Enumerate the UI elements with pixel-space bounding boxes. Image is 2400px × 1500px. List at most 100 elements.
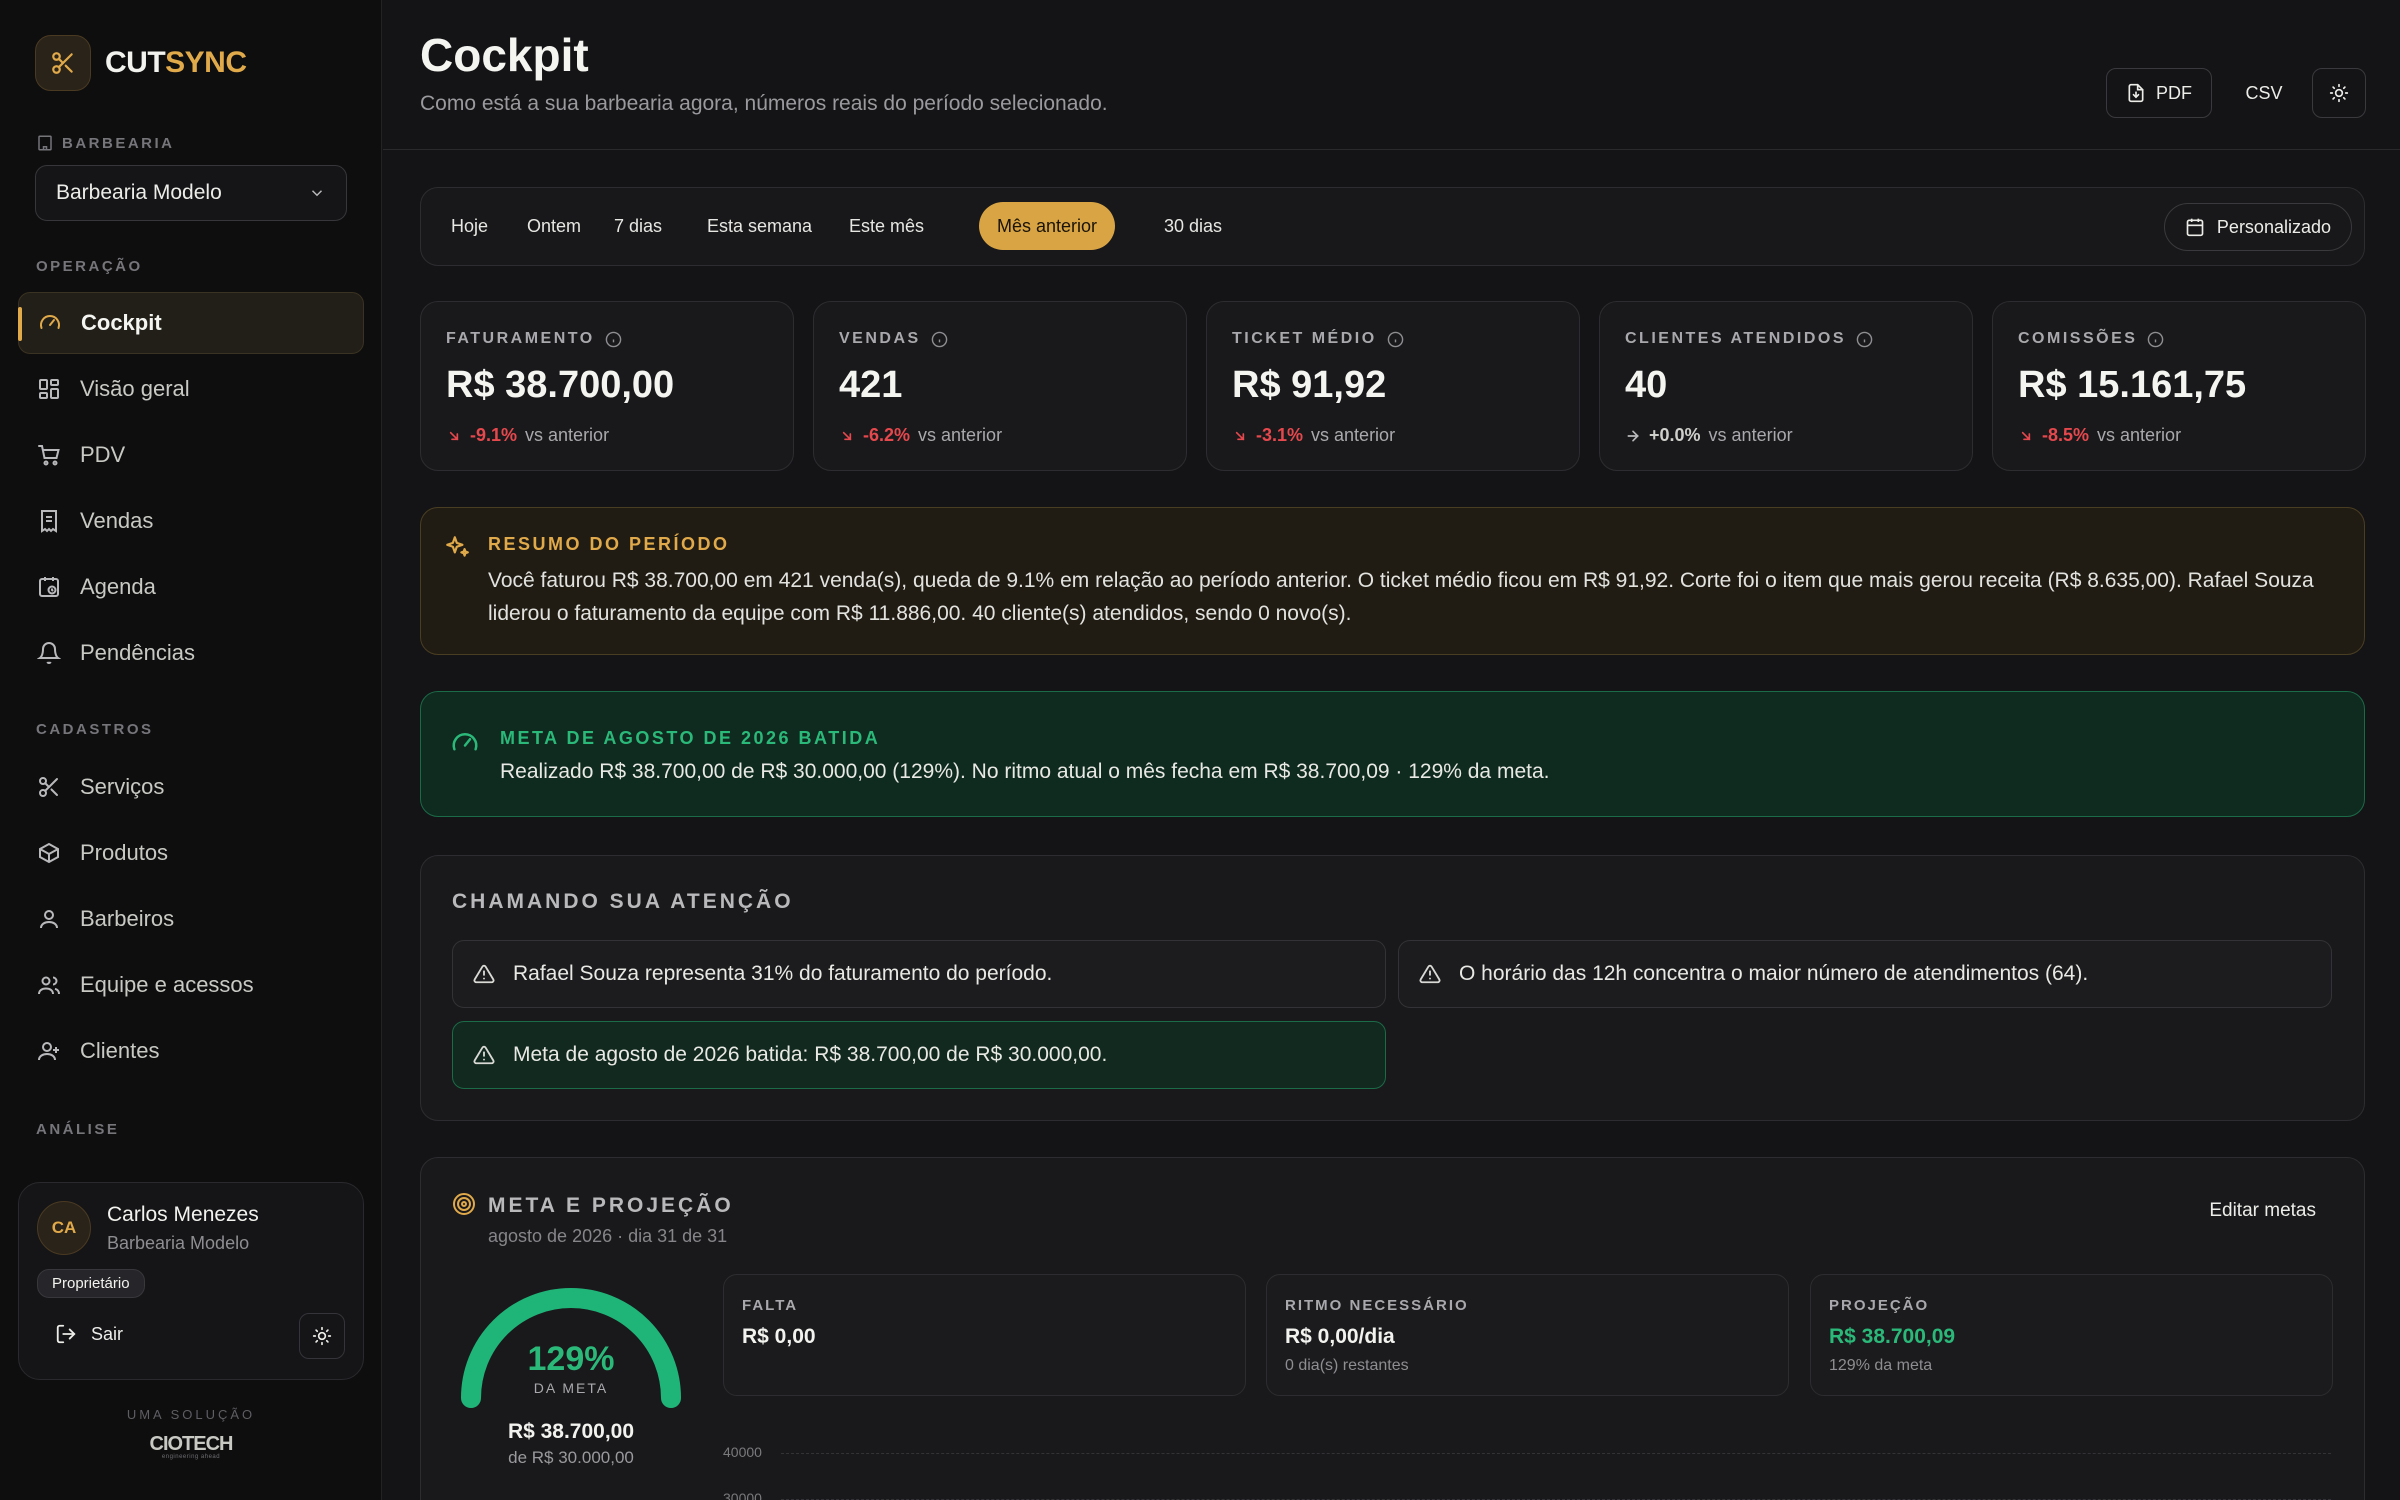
- info-icon[interactable]: [2147, 331, 2164, 348]
- bell-icon: [36, 640, 62, 666]
- period-30-dias[interactable]: 30 dias: [1146, 202, 1240, 250]
- goal-banner-title: META DE AGOSTO DE 2026 BATIDA: [500, 728, 881, 748]
- sun-icon: [2329, 83, 2349, 103]
- building-icon: [36, 134, 54, 152]
- edit-goals-button[interactable]: Editar metas: [2209, 1200, 2316, 1222]
- stat-sub: 0 dia(s) restantes: [1285, 1357, 1409, 1374]
- pdf-label: PDF: [2156, 82, 2192, 103]
- barbershop-label-text: BARBEARIA: [62, 134, 175, 152]
- sun-icon: [312, 1326, 332, 1346]
- gauge-caption: DA META: [533, 1380, 609, 1396]
- period-7-dias[interactable]: 7 dias: [596, 202, 680, 250]
- sidebar-item-equipe[interactable]: Equipe e acessos: [18, 954, 364, 1016]
- clients-icon: [36, 1038, 62, 1064]
- sidebar-item-label: Barbeiros: [80, 906, 175, 931]
- brand-logo[interactable]: CUT SYNC: [35, 35, 247, 91]
- kpi-delta: -3.1% vs anterior: [1232, 425, 1395, 446]
- theme-toggle-button[interactable]: [2312, 68, 2366, 118]
- kpi-delta-suffix: vs anterior: [1311, 425, 1396, 445]
- period-hoje[interactable]: Hoje: [433, 202, 506, 250]
- kpi-label: FATURAMENTO: [446, 330, 622, 348]
- page-header: Cockpit Como está a sua barbearia agora,…: [383, 0, 2400, 150]
- sidebar-item-cockpit[interactable]: Cockpit: [18, 292, 364, 354]
- scissors-icon: [36, 774, 62, 800]
- kpi-label-text: COMISSÕES: [2018, 330, 2138, 347]
- sidebar-item-servicos[interactable]: Serviços: [18, 756, 364, 818]
- alert-item-success: Meta de agosto de 2026 batida: R$ 38.700…: [452, 1021, 1386, 1089]
- kpi-ticket-medio: TICKET MÉDIO R$ 91,92 -3.1% vs anterior: [1206, 301, 1580, 471]
- kpi-label-text: CLIENTES ATENDIDOS: [1625, 330, 1847, 347]
- avatar[interactable]: CA: [37, 1201, 91, 1255]
- role-badge: Proprietário: [37, 1269, 145, 1298]
- user-name: Carlos Menezes: [107, 1203, 259, 1226]
- kpi-delta-value: -9.1%: [470, 425, 518, 445]
- user-icon: [36, 906, 62, 932]
- alert-text: Rafael Souza representa 31% do faturamen…: [513, 962, 1053, 985]
- kpi-delta-suffix: vs anterior: [2097, 425, 2182, 445]
- export-csv-button[interactable]: CSV: [2229, 68, 2299, 118]
- info-icon[interactable]: [931, 331, 948, 348]
- user-card: CA Carlos Menezes Barbearia Modelo Propr…: [18, 1182, 364, 1380]
- arrow-down-right-icon: [446, 428, 462, 444]
- sidebar-item-label: Vendas: [80, 508, 154, 533]
- goal-achieved-banner: META DE AGOSTO DE 2026 BATIDA Realizado …: [420, 691, 2365, 817]
- info-icon[interactable]: [1387, 331, 1404, 348]
- kpi-label: TICKET MÉDIO: [1232, 330, 1404, 348]
- export-pdf-button[interactable]: PDF: [2106, 68, 2212, 118]
- kpi-label-text: TICKET MÉDIO: [1232, 330, 1377, 347]
- gauge-value: R$ 38.700,00: [507, 1420, 635, 1443]
- sidebar-item-clientes[interactable]: Clientes: [18, 1020, 364, 1082]
- summary-text: Você faturou R$ 38.700,00 em 421 venda(s…: [488, 569, 2314, 625]
- kpi-value: 40: [1625, 364, 1668, 406]
- section-operacao: OPERAÇÃO: [36, 258, 143, 275]
- kpi-delta: -9.1% vs anterior: [446, 425, 609, 446]
- sidebar-item-label: Visão geral: [80, 376, 190, 401]
- chart-tick-label: 40000: [723, 1444, 762, 1460]
- box-icon: [36, 840, 62, 866]
- cart-icon: [36, 442, 62, 468]
- arrow-down-right-icon: [1232, 428, 1248, 444]
- sidebar-item-produtos[interactable]: Produtos: [18, 822, 364, 884]
- attention-panel: CHAMANDO SUA ATENÇÃO Rafael Souza repres…: [420, 855, 2365, 1121]
- receipt-icon: [36, 508, 62, 534]
- section-cadastros: CADASTROS: [36, 721, 154, 738]
- sidebar-item-label: Agenda: [80, 574, 156, 599]
- arrow-down-right-icon: [2018, 428, 2034, 444]
- sidebar: CUT SYNC BARBEARIA Barbearia Modelo OPERA…: [0, 0, 382, 1500]
- period-ontem[interactable]: Ontem: [509, 202, 599, 250]
- goal-projection-panel: META E PROJEÇÃO agosto de 2026 · dia 31 …: [420, 1157, 2365, 1500]
- gauge-percent: 129%: [527, 1340, 615, 1378]
- kpi-delta-value: -8.5%: [2042, 425, 2090, 445]
- kpi-delta: -8.5% vs anterior: [2018, 425, 2181, 446]
- barbershop-label: BARBEARIA: [36, 134, 175, 152]
- kpi-label-text: VENDAS: [839, 330, 921, 347]
- period-mes-anterior[interactable]: Mês anterior: [979, 202, 1116, 250]
- stat-value: R$ 0,00/dia: [1285, 1325, 1395, 1348]
- info-icon[interactable]: [605, 331, 622, 348]
- stat-label: PROJEÇÃO: [1829, 1297, 1930, 1314]
- kpi-delta-suffix: vs anterior: [525, 425, 610, 445]
- barbershop-select[interactable]: Barbearia Modelo: [35, 165, 347, 221]
- theme-toggle-button[interactable]: [299, 1313, 345, 1359]
- calendar-clock-icon: [36, 574, 62, 600]
- kpi-label-text: FATURAMENTO: [446, 330, 595, 347]
- sidebar-item-label: Produtos: [80, 840, 169, 865]
- sidebar-item-pdv[interactable]: PDV: [18, 424, 364, 486]
- kpi-value: R$ 91,92: [1232, 364, 1387, 406]
- period-este-mes[interactable]: Este mês: [831, 202, 942, 250]
- sidebar-item-vendas[interactable]: Vendas: [18, 490, 364, 552]
- stat-label: FALTA: [742, 1297, 799, 1314]
- sidebar-item-label: Serviços: [80, 774, 165, 799]
- sidebar-item-agenda[interactable]: Agenda: [18, 556, 364, 618]
- kpi-delta-value: -3.1%: [1256, 425, 1304, 445]
- sidebar-item-pendencias[interactable]: Pendências: [18, 622, 364, 684]
- warning-icon: [473, 1044, 495, 1066]
- period-esta-semana[interactable]: Esta semana: [689, 202, 830, 250]
- user-org: Barbearia Modelo: [107, 1233, 250, 1253]
- sidebar-item-visao-geral[interactable]: Visão geral: [18, 358, 364, 420]
- info-icon[interactable]: [1856, 331, 1873, 348]
- stat-sub: 129% da meta: [1829, 1357, 1933, 1374]
- logout-button[interactable]: Sair: [55, 1323, 123, 1345]
- custom-period-button[interactable]: Personalizado: [2163, 203, 2352, 251]
- sidebar-item-barbeiros[interactable]: Barbeiros: [18, 888, 364, 950]
